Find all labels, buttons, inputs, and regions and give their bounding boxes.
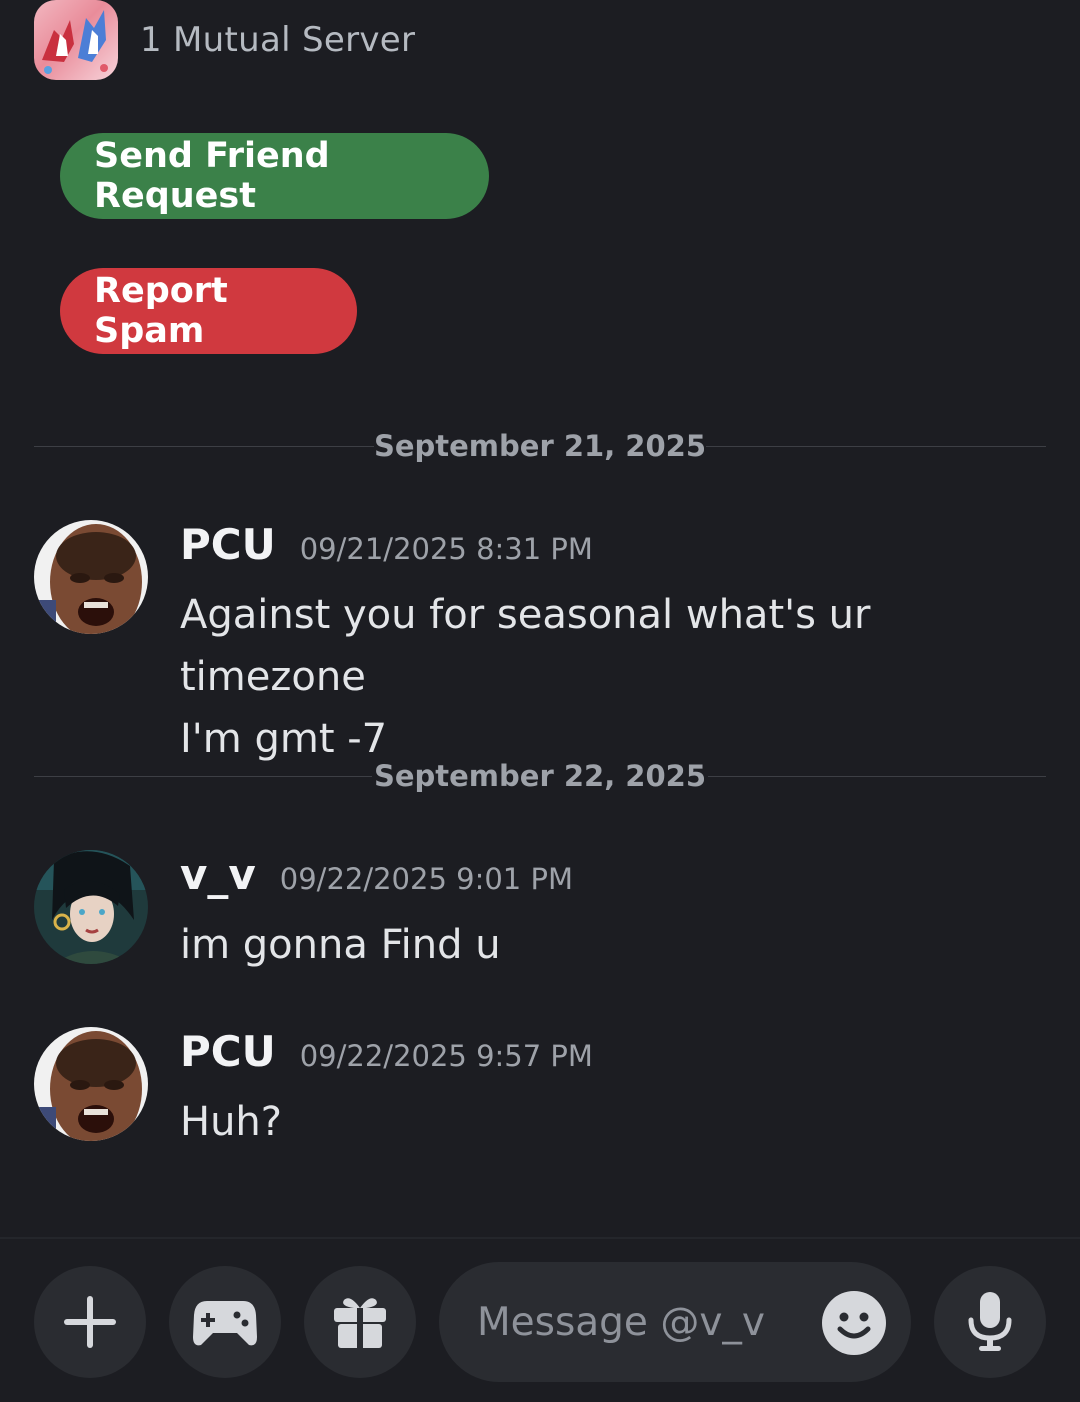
message-header: v_v 09/22/2025 9:01 PM — [180, 850, 1046, 914]
message-timestamp: 09/21/2025 8:31 PM — [299, 532, 593, 566]
avatar[interactable] — [34, 850, 148, 964]
date-divider: September 22, 2025 — [34, 756, 1046, 796]
gift-button[interactable] — [304, 1266, 416, 1378]
send-friend-request-button[interactable]: Send Friend Request — [60, 133, 489, 219]
attach-button[interactable] — [34, 1266, 146, 1378]
message-body: PCU 09/22/2025 9:57 PM Huh? — [180, 1027, 1046, 1153]
author-name[interactable]: PCU — [180, 520, 276, 569]
dm-channel: 1 Mutual Server Send Friend Request Repo… — [0, 0, 1080, 1402]
message-timestamp: 09/22/2025 9:01 PM — [279, 862, 573, 896]
divider-line — [708, 776, 1046, 777]
activities-button[interactable] — [169, 1266, 281, 1378]
author-name[interactable]: v_v — [180, 850, 256, 899]
gift-icon — [334, 1298, 386, 1348]
divider-line — [706, 446, 1046, 447]
message-header: PCU 09/22/2025 9:57 PM — [180, 1027, 1046, 1091]
report-spam-button[interactable]: Report Spam — [60, 268, 357, 354]
avatar[interactable] — [34, 520, 148, 634]
message-body: PCU 09/21/2025 8:31 PM Against you for s… — [180, 520, 1046, 770]
message-body: v_v 09/22/2025 9:01 PM im gonna Find u — [180, 850, 1046, 976]
server-icon[interactable] — [34, 0, 118, 80]
mutual-server-label: 1 Mutual Server — [140, 20, 416, 60]
message-item[interactable]: PCU 09/22/2025 9:57 PM Huh? — [34, 1027, 1046, 1157]
message-placeholder: Message @v_v — [477, 1299, 765, 1345]
avatar[interactable] — [34, 1027, 148, 1141]
microphone-icon — [968, 1292, 1012, 1351]
composer-separator — [0, 1237, 1080, 1239]
message-text: im gonna Find u — [180, 922, 501, 968]
author-name[interactable]: PCU — [180, 1027, 276, 1076]
emoji-button[interactable] — [822, 1291, 886, 1355]
message-item[interactable]: PCU 09/21/2025 8:31 PM Against you for s… — [34, 520, 1046, 762]
voice-message-button[interactable] — [934, 1266, 1046, 1378]
message-item[interactable]: v_v 09/22/2025 9:01 PM im gonna Find u — [34, 850, 1046, 980]
mutual-server-row[interactable]: 1 Mutual Server — [34, 0, 415, 80]
gamepad-icon — [193, 1301, 257, 1346]
message-header: PCU 09/21/2025 8:31 PM — [180, 520, 1046, 584]
date-divider: September 21, 2025 — [34, 426, 1046, 466]
emoji-icon — [837, 1312, 871, 1339]
message-timestamp: 09/22/2025 9:57 PM — [299, 1039, 593, 1073]
plus-icon — [64, 1296, 116, 1348]
message-text: Against you for seasonal what's ur timez… — [180, 592, 871, 700]
message-text: Huh? — [180, 1099, 283, 1145]
